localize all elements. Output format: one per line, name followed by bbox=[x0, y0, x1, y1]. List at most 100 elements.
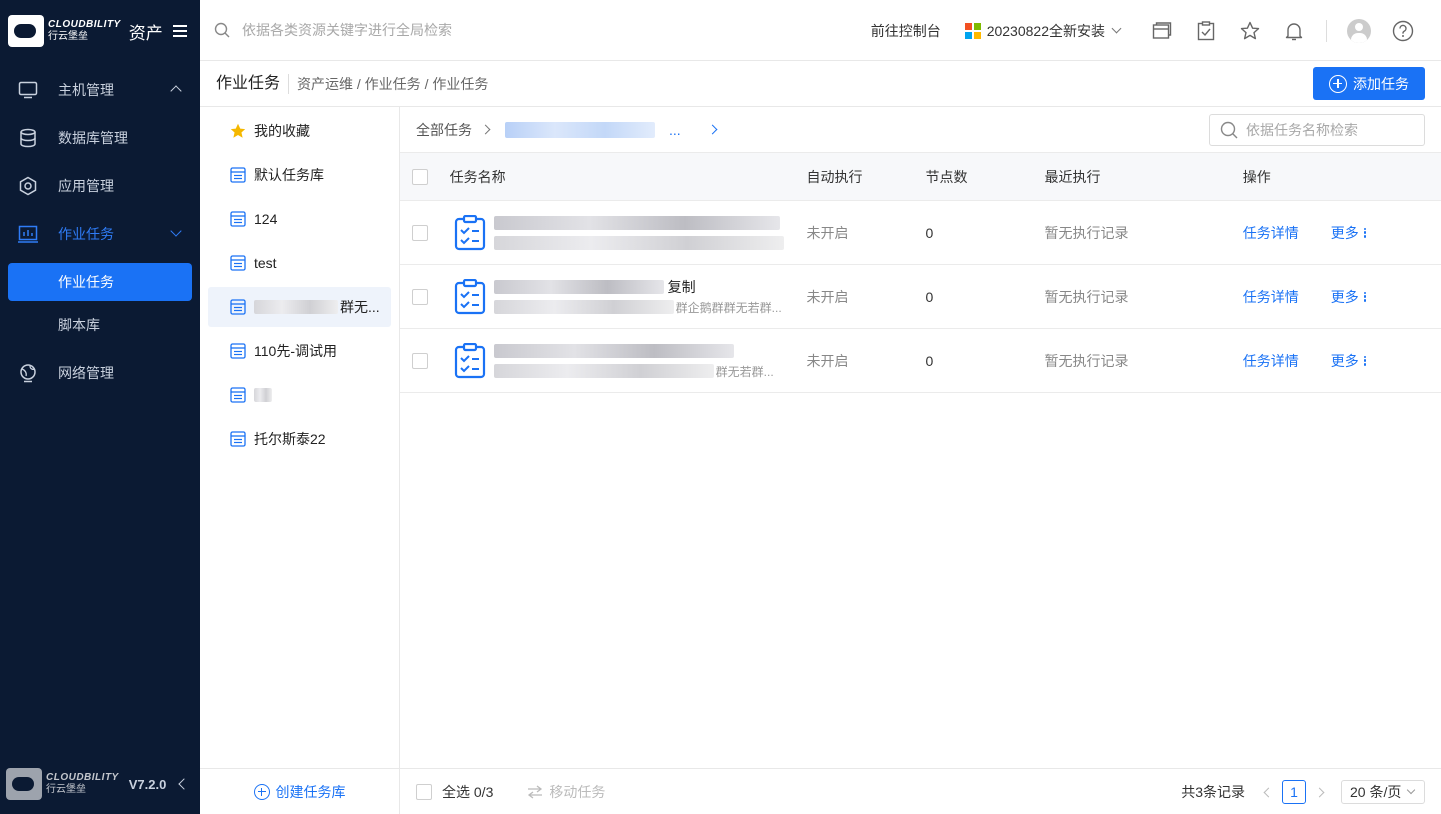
global-search-input[interactable] bbox=[242, 22, 642, 38]
console-link[interactable]: 前往控制台 bbox=[871, 21, 941, 41]
clipboard-check-icon[interactable] bbox=[1184, 16, 1228, 46]
sidebar-item-label: 应用管理 bbox=[58, 178, 114, 194]
create-library-button[interactable]: 创建任务库 bbox=[200, 768, 399, 814]
sidebar-item-host[interactable]: 主机管理 bbox=[0, 66, 200, 114]
column-header-name: 任务名称 bbox=[449, 168, 506, 185]
library-item[interactable]: test bbox=[208, 243, 391, 283]
row-checkbox[interactable] bbox=[412, 224, 428, 241]
task-detail-link[interactable]: 任务详情 bbox=[1243, 223, 1299, 243]
brand-name-en: CLOUDBILITY bbox=[48, 19, 121, 30]
sidebar: CLOUDBILITY 行云堡垒 资产 主机管理 数据库管理 应用管理 作业任务… bbox=[0, 0, 200, 814]
task-name-redacted[interactable] bbox=[493, 344, 734, 358]
sidebar-item-database[interactable]: 数据库管理 bbox=[0, 114, 200, 162]
library-item[interactable] bbox=[208, 375, 391, 415]
chevron-down-icon bbox=[1111, 23, 1122, 34]
column-header-auto: 自动执行 bbox=[806, 168, 863, 185]
more-vertical-icon bbox=[1363, 227, 1367, 238]
library-item[interactable]: 110先-调试用 bbox=[208, 331, 391, 371]
version-label: V7.2.0 bbox=[128, 776, 167, 792]
task-search bbox=[1209, 114, 1425, 146]
task-name-redacted[interactable] bbox=[493, 280, 664, 294]
table-row[interactable]: 未开启 0 暂无执行记录 任务详情 更多 bbox=[400, 201, 1441, 265]
chevron-right-icon[interactable] bbox=[1314, 787, 1325, 797]
bell-icon[interactable] bbox=[1272, 16, 1316, 46]
help-icon[interactable] bbox=[1381, 16, 1425, 46]
total-records: 共3条记录 bbox=[1181, 784, 1245, 800]
node-count: 0 bbox=[925, 288, 934, 305]
row-checkbox[interactable] bbox=[412, 352, 428, 369]
search-icon bbox=[214, 22, 230, 38]
table-row[interactable]: 群无若群... 未开启 0 暂无执行记录 任务详情 更多 bbox=[400, 329, 1441, 393]
task-search-input[interactable] bbox=[1246, 122, 1416, 138]
star-icon[interactable] bbox=[1228, 16, 1272, 46]
tenant-selector[interactable]: 20230822全新安装 bbox=[964, 21, 1122, 41]
collapse-sidebar-icon[interactable] bbox=[178, 778, 190, 790]
more-menu[interactable]: 更多 bbox=[1331, 287, 1367, 307]
select-all-label: 全选 0/3 bbox=[442, 783, 494, 800]
library-item[interactable]: 124 bbox=[208, 199, 391, 239]
task-name-redacted[interactable] bbox=[493, 216, 780, 230]
sidebar-item-app[interactable]: 应用管理 bbox=[0, 162, 200, 210]
sidebar-subitem-jobs[interactable]: 作业任务 bbox=[8, 263, 192, 301]
library-label: 110先-调试用 bbox=[254, 343, 337, 359]
table-footer: 全选 0/3 移动任务 共3条记录 1 20 条/页 bbox=[400, 768, 1441, 814]
crumb-current-redacted[interactable] bbox=[505, 121, 655, 138]
task-library-list: 我的收藏 默认任务库 124 test 群无... 110先-调试用 托尔斯泰2… bbox=[200, 107, 400, 814]
sidebar-item-label: 数据库管理 bbox=[58, 130, 128, 146]
page-size-select[interactable]: 20 条/页 bbox=[1341, 780, 1425, 804]
crumb-all-tasks[interactable]: 全部任务 bbox=[416, 120, 472, 140]
last-run: 暂无执行记录 bbox=[1044, 352, 1129, 369]
chevron-right-icon[interactable] bbox=[707, 124, 718, 135]
plus-circle-icon bbox=[253, 783, 270, 800]
monitor-icon bbox=[18, 80, 38, 100]
more-vertical-icon bbox=[1363, 355, 1367, 366]
chevron-left-icon[interactable] bbox=[1263, 787, 1274, 797]
library-item-selected[interactable]: 群无... bbox=[208, 287, 391, 327]
task-detail-link[interactable]: 任务详情 bbox=[1243, 287, 1299, 307]
avatar[interactable] bbox=[1347, 18, 1371, 43]
task-detail-link[interactable]: 任务详情 bbox=[1243, 351, 1299, 371]
sidebar-item-network[interactable]: 网络管理 bbox=[0, 349, 200, 397]
create-library-label: 创建任务库 bbox=[275, 783, 346, 800]
hexagon-app-icon bbox=[18, 176, 38, 196]
star-filled-icon bbox=[230, 123, 246, 138]
add-task-button[interactable]: 添加任务 bbox=[1313, 67, 1425, 100]
column-header-ops: 操作 bbox=[1242, 168, 1271, 185]
more-menu[interactable]: 更多 bbox=[1331, 223, 1367, 243]
node-count: 0 bbox=[925, 352, 934, 369]
select-all-control[interactable]: 全选 0/3 bbox=[416, 782, 493, 802]
chart-task-icon bbox=[18, 224, 38, 244]
brand-name-cn: 行云堡垒 bbox=[48, 31, 88, 42]
brand-name-cn: 行云堡垒 bbox=[46, 784, 86, 795]
brand: CLOUDBILITY 行云堡垒 资产 bbox=[0, 0, 200, 62]
pagination: 共3条记录 1 20 条/页 bbox=[1181, 769, 1425, 814]
cloudbility-logo bbox=[6, 768, 42, 800]
select-all-checkbox[interactable] bbox=[412, 168, 428, 185]
library-label: 我的收藏 bbox=[254, 123, 310, 139]
window-icon[interactable] bbox=[1140, 16, 1184, 46]
task-breadcrumb: 全部任务 ... bbox=[400, 107, 1441, 153]
more-vertical-icon bbox=[1363, 291, 1367, 302]
more-menu[interactable]: 更多 bbox=[1331, 351, 1367, 371]
add-task-label: 添加任务 bbox=[1353, 75, 1409, 92]
menu-toggle-icon[interactable] bbox=[172, 25, 187, 37]
redacted-text bbox=[254, 388, 272, 402]
page-number[interactable]: 1 bbox=[1282, 780, 1306, 804]
cloudbility-logo bbox=[8, 15, 44, 47]
library-label: 124 bbox=[254, 211, 278, 227]
table-row[interactable]: 复制 群企鹅群群无若群... 未开启 0 暂无执行记录 任务详情 更多 bbox=[400, 265, 1441, 329]
sidebar-subitem-scripts[interactable]: 脚本库 bbox=[8, 306, 192, 344]
breadcrumb: 资产运维 / 作业任务 / 作业任务 bbox=[297, 75, 489, 92]
task-table: 任务名称 自动执行 节点数 最近执行 操作 未开启 0 暂无执行记录 任务详情 … bbox=[400, 153, 1441, 393]
sidebar-item-jobs[interactable]: 作业任务 bbox=[0, 210, 200, 258]
task-desc-redacted bbox=[493, 364, 714, 378]
move-task-button[interactable]: 移动任务 bbox=[527, 782, 605, 802]
plus-circle-icon bbox=[1329, 74, 1347, 93]
row-checkbox[interactable] bbox=[412, 288, 428, 305]
footer-select-all-checkbox[interactable] bbox=[416, 783, 432, 800]
library-item-favorites[interactable]: 我的收藏 bbox=[208, 111, 391, 151]
library-item[interactable]: 默认任务库 bbox=[208, 155, 391, 195]
library-item[interactable]: 托尔斯泰22 bbox=[208, 419, 391, 459]
divider bbox=[1326, 19, 1327, 42]
auto-exec-status: 未开启 bbox=[806, 352, 849, 369]
